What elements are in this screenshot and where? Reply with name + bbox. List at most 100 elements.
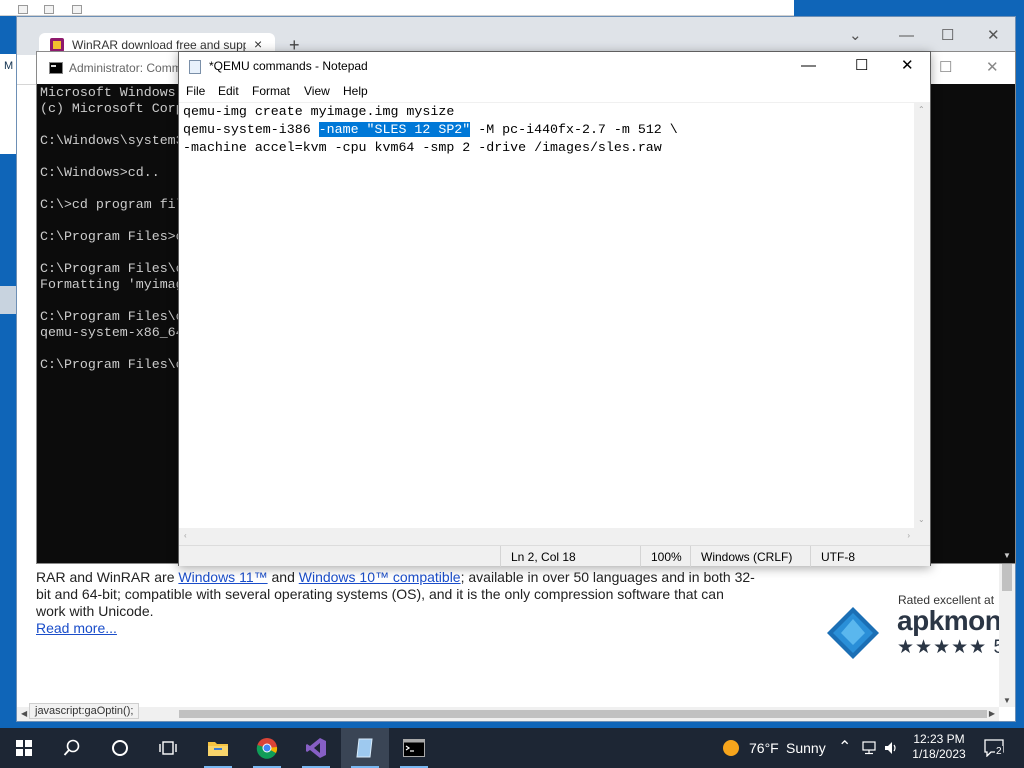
- chrome-button[interactable]: [243, 728, 291, 768]
- menu-help[interactable]: Help: [343, 84, 368, 98]
- notepad-close-button[interactable]: ✕: [901, 58, 914, 73]
- page-horizontal-scrollbar[interactable]: ◀ ▶: [17, 707, 999, 721]
- browser-maximize-button[interactable]: ☐: [941, 28, 954, 43]
- notepad-icon: [356, 738, 373, 758]
- notepad-menubar: File Edit Format View Help: [179, 81, 930, 101]
- clock-date: 1/18/2023: [912, 747, 966, 761]
- console-line: C:\Windows>cd..: [40, 165, 160, 180]
- notepad-taskbar-button[interactable]: [341, 728, 389, 768]
- notepad-minimize-button[interactable]: —: [801, 58, 816, 73]
- volume-icon[interactable]: [884, 741, 900, 755]
- editor-text: qemu-system-i386: [183, 122, 319, 137]
- editor-text: -M pc-i440fx-2.7 -m 512 \: [470, 122, 678, 137]
- status-url: javascript:gaOptin();: [29, 703, 140, 719]
- tab-title: WinRAR download free and support: [72, 38, 246, 52]
- scroll-left-arrow-icon[interactable]: ‹: [184, 532, 187, 540]
- editor-line-2: qemu-system-i386 -name "SLES 12 SP2" -M …: [183, 121, 678, 139]
- notepad-icon: [189, 60, 201, 74]
- taskbar: 76°F Sunny ⌃ 12:23 PM 1/18/2023 2: [0, 728, 1024, 768]
- line-ending: Windows (CRLF): [690, 546, 810, 567]
- rating-stars: ★★★★★ 5: [897, 637, 999, 658]
- scroll-thumb[interactable]: [179, 710, 987, 718]
- desktop-edge: M: [0, 16, 16, 728]
- browser-minimize-button[interactable]: —: [899, 28, 914, 43]
- chevron-down-icon[interactable]: ⌄: [849, 28, 862, 43]
- notification-count: 2: [995, 746, 1003, 757]
- scroll-down-arrow-icon[interactable]: ▼: [1003, 697, 1011, 705]
- clock-time: 12:23 PM: [913, 732, 965, 746]
- console-line: Microsoft Windows: [40, 85, 176, 100]
- menu-format[interactable]: Format: [252, 84, 290, 98]
- weather-sun-icon[interactable]: [722, 739, 740, 757]
- console-line: C:\>cd program fil: [40, 197, 184, 212]
- console-maximize-button[interactable]: ☐: [939, 60, 952, 75]
- clock[interactable]: 12:23 PM 1/18/2023: [906, 732, 972, 762]
- scroll-down-arrow-icon[interactable]: ⌄: [918, 516, 925, 524]
- task-view-button[interactable]: [144, 728, 192, 768]
- console-scrollbar[interactable]: ▼: [999, 84, 1015, 563]
- notepad-editor[interactable]: qemu-img create myimage.img mysize qemu-…: [179, 102, 915, 528]
- menu-view[interactable]: View: [304, 84, 330, 98]
- search-icon: [63, 739, 80, 756]
- windows-11-link[interactable]: Windows 11™: [178, 569, 267, 585]
- console-line: C:\Windows\system3: [40, 133, 184, 148]
- encoding: UTF-8: [810, 546, 915, 567]
- winrar-icon: [50, 38, 64, 52]
- chevron-up-icon[interactable]: ⌃: [838, 737, 851, 757]
- page-paragraph: RAR and WinRAR are Windows 11™ and Windo…: [36, 569, 756, 637]
- notepad-statusbar: Ln 2, Col 18 100% Windows (CRLF) UTF-8: [179, 545, 930, 567]
- scrollbar-corner: [914, 528, 930, 545]
- paragraph-text: RAR and WinRAR are: [36, 569, 179, 585]
- scroll-right-arrow-icon[interactable]: ›: [907, 532, 910, 540]
- editor-line-1: qemu-img create myimage.img mysize: [183, 104, 455, 119]
- console-line: C:\Program Files\c: [40, 357, 184, 372]
- console-line: (c) Microsoft Corp: [40, 101, 184, 116]
- scroll-up-arrow-icon[interactable]: ⌃: [918, 106, 925, 114]
- cursor-position: Ln 2, Col 18: [500, 546, 640, 567]
- browser-close-button[interactable]: ✕: [987, 28, 1000, 43]
- desktop-window-edge: [0, 286, 16, 314]
- cortana-button[interactable]: [96, 728, 144, 768]
- weather-condition[interactable]: Sunny: [786, 740, 826, 756]
- file-explorer-button[interactable]: [194, 728, 242, 768]
- network-icon[interactable]: [862, 741, 880, 755]
- weather-temperature[interactable]: 76°F: [749, 740, 779, 756]
- apkmonk-logo-icon[interactable]: [825, 605, 881, 661]
- console-output[interactable]: Microsoft Windows (c) Microsoft Corp C:\W…: [40, 85, 184, 373]
- task-view-icon: [159, 741, 177, 755]
- notepad-maximize-button[interactable]: ☐: [855, 58, 868, 73]
- console-close-button[interactable]: ✕: [986, 60, 999, 75]
- scroll-down-arrow-icon[interactable]: ▼: [1003, 552, 1011, 560]
- scroll-right-arrow-icon[interactable]: ▶: [989, 710, 995, 718]
- folder-icon: [208, 742, 228, 756]
- console-line: C:\Program Files\c: [40, 309, 184, 324]
- visual-studio-button[interactable]: [292, 728, 340, 768]
- scroll-left-arrow-icon[interactable]: ◀: [21, 710, 27, 718]
- console-line: C:\Program Files>c: [40, 229, 184, 244]
- read-more-link[interactable]: Read more...: [36, 620, 117, 636]
- command-prompt-icon: [403, 739, 425, 757]
- scroll-thumb[interactable]: [1002, 563, 1012, 591]
- menu-file[interactable]: File: [186, 84, 205, 98]
- tab-close-icon[interactable]: ×: [254, 36, 262, 52]
- console-line: C:\Program Files\c: [40, 261, 184, 276]
- console-line: Formatting 'myimag: [40, 277, 184, 292]
- search-button[interactable]: [48, 728, 96, 768]
- start-button[interactable]: [0, 728, 48, 768]
- command-prompt-icon: [49, 62, 63, 74]
- command-prompt-taskbar-button[interactable]: [390, 728, 438, 768]
- editor-vertical-scrollbar[interactable]: ⌃ ⌄: [914, 102, 930, 528]
- selected-text: -name "SLES 12 SP2": [318, 122, 471, 137]
- windows-10-link[interactable]: Windows 10™ compatible: [299, 569, 461, 585]
- background-window: [0, 0, 794, 16]
- notepad-titlebar: *QEMU commands - Notepad — ☐ ✕: [179, 52, 930, 81]
- folder-icon: [72, 5, 82, 14]
- folder-icon: [18, 5, 28, 14]
- folder-icon: [44, 5, 54, 14]
- menu-edit[interactable]: Edit: [218, 84, 239, 98]
- apkmonk-name[interactable]: apkmonk: [897, 605, 999, 637]
- editor-horizontal-scrollbar[interactable]: ‹ ›: [179, 528, 915, 545]
